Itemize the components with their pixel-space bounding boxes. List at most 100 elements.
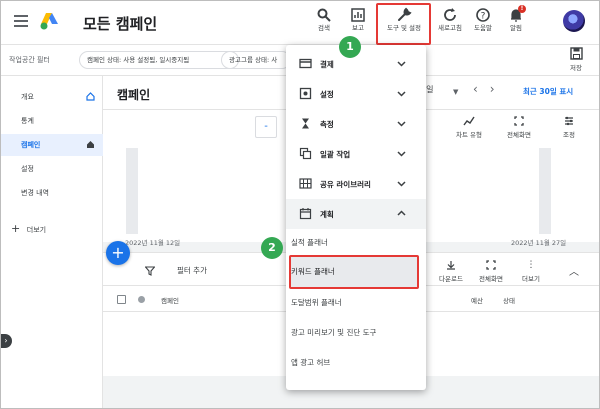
filter-icon[interactable] [145, 266, 155, 276]
menu-item-performance-planner[interactable]: 실적 플래너 [286, 228, 426, 258]
chevron-down-icon [397, 151, 406, 157]
grid-icon [299, 178, 312, 189]
search-icon [317, 8, 331, 22]
tools-settings-menu: 결제 설정 측정 일괄 작업 공유 라이브러리 계획 실적 플래너 도달범위 플… [286, 45, 426, 390]
sidebar-item-label: 통계 [21, 117, 34, 125]
sidebar-item-label: 변경 내역 [21, 189, 49, 197]
sidebar-item-change-history[interactable]: 변경 내역 [1, 182, 103, 204]
menu-item-label: 도달범위 플래너 [291, 298, 342, 307]
menu-item-label: 광고 미리보기 및 진단 도구 [291, 328, 377, 337]
save-label: 저장 [570, 64, 582, 72]
plus-icon: + [11, 222, 21, 235]
top-bar: 모든 캠페인 검색 보고 도구 및 설정 새로고침 ? 도움말 알림 ! [1, 1, 599, 45]
menu-icon[interactable] [14, 15, 28, 27]
search-button[interactable]: 검색 [307, 7, 341, 32]
menu-section-measurement[interactable]: 측정 [286, 109, 426, 139]
save-button[interactable]: 저장 [561, 47, 591, 72]
menu-item-label: 키워드 플래너 [291, 267, 335, 276]
refresh-button[interactable]: 새로고침 [433, 7, 467, 32]
chevron-down-icon [397, 121, 406, 127]
adgroup-status-chip[interactable]: 광고그룹 상태: 사 [221, 51, 291, 69]
chart-column-right [539, 148, 551, 234]
menu-section-bulk-actions[interactable]: 일괄 작업 [286, 139, 426, 169]
help-label: 도움말 [474, 24, 492, 32]
workspace-filter[interactable]: 작업공간 필터 [9, 55, 50, 65]
google-ads-logo [40, 13, 58, 30]
settings-box-icon [299, 87, 312, 100]
menu-section-label: 일괄 작업 [320, 150, 351, 159]
download-button[interactable]: 다운로드 [431, 260, 471, 283]
campaign-status-chip[interactable]: 캠페인 상태: 사용 설정됨, 일시중지됨 [79, 51, 239, 69]
chart-type-button[interactable]: 차트 유형 [451, 116, 487, 139]
alerts-badge: ! [518, 5, 526, 13]
menu-item-reach-planner[interactable]: 도달범위 플래너 [286, 288, 426, 318]
adjust-icon [565, 116, 573, 126]
menu-item-keyword-planner[interactable]: 키워드 플래너 [289, 255, 419, 289]
save-icon [569, 47, 583, 60]
page-heading: 모든 캠페인 [83, 15, 158, 33]
column-campaign[interactable]: 캠페인 [161, 295, 179, 305]
date-nav-arrows[interactable]: ‹› [473, 82, 507, 96]
menu-item-label: 실적 플래너 [291, 238, 328, 247]
line-chart-icon [463, 116, 475, 126]
menu-section-shared-library[interactable]: 공유 라이브러리 [286, 169, 426, 199]
chart-date-start: 2022년 11월 12일 [125, 239, 181, 247]
report-icon [351, 8, 365, 22]
sidebar-item-campaigns[interactable]: 캠페인 [1, 134, 103, 156]
menu-section-label: 계획 [320, 210, 334, 219]
chevron-up-icon[interactable]: ︿ [569, 263, 579, 278]
adjust-button[interactable]: 조정 [551, 116, 587, 139]
help-button[interactable]: ? 도움말 [466, 7, 500, 32]
sidebar-more-label: 더보기 [26, 226, 47, 234]
table-more-button[interactable]: ⋮ 더보기 [511, 260, 551, 283]
svg-text:?: ? [481, 12, 486, 22]
more-vert-icon: ⋮ [526, 260, 536, 270]
fullscreen-icon [514, 116, 524, 126]
table-more-label: 더보기 [522, 275, 540, 283]
avatar[interactable] [563, 10, 585, 32]
select-all-checkbox[interactable] [117, 295, 126, 304]
menu-section-label: 결제 [320, 60, 334, 69]
chevron-down-icon [397, 181, 406, 187]
sidebar-item-settings[interactable]: 설정 [1, 158, 103, 180]
credit-card-icon [299, 58, 312, 69]
menu-section-settings[interactable]: 설정 [286, 79, 426, 109]
page-title: 캠페인 [117, 88, 151, 102]
menu-section-planning[interactable]: 계획 [286, 199, 426, 229]
app-window: 모든 캠페인 검색 보고 도구 및 설정 새로고침 ? 도움말 알림 ! 작업공… [0, 0, 600, 409]
status-dot-icon [138, 296, 145, 303]
help-icon: ? [476, 8, 490, 22]
menu-section-label: 설정 [320, 90, 334, 99]
chart-type-label: 차트 유형 [456, 131, 482, 139]
menu-item-ad-preview[interactable]: 광고 미리보기 및 진단 도구 [286, 318, 426, 348]
alerts-button[interactable]: 알림 [499, 7, 533, 32]
chart-fullscreen-button[interactable]: 전체화면 [501, 116, 537, 139]
menu-item-label: 앱 광고 허브 [291, 358, 331, 367]
add-campaign-button[interactable]: + [106, 241, 130, 265]
table-fullscreen-label: 전체화면 [479, 275, 503, 283]
sidebar-item-stats[interactable]: 통계 [1, 110, 103, 132]
column-budget[interactable]: 예산 [471, 295, 483, 305]
sidebar-more-button[interactable]: + 더보기 [11, 222, 46, 235]
recent-30-days-link[interactable]: 최근 30일 표시 [523, 86, 573, 97]
add-filter-button[interactable]: 필터 추가 [177, 265, 207, 276]
home-icon [87, 141, 94, 148]
menu-item-app-ads-hub[interactable]: 앱 광고 허브 [286, 348, 426, 378]
metric-chip[interactable]: - [255, 116, 277, 138]
caret-down-icon[interactable]: ▼ [453, 88, 458, 96]
table-fullscreen-button[interactable]: 전체화면 [471, 260, 511, 283]
hourglass-icon [302, 118, 309, 129]
sidebar-item-label: 설정 [21, 165, 34, 173]
alerts-label: 알림 [510, 24, 522, 32]
column-status[interactable]: 상태 [503, 295, 515, 305]
step-marker-2: 2 [261, 237, 283, 259]
download-icon [447, 261, 455, 270]
refresh-icon [444, 8, 456, 21]
tools-label: 도구 및 설정 [386, 24, 422, 32]
sidebar-item-label: 개요 [21, 93, 34, 101]
report-button[interactable]: 보고 [341, 7, 375, 32]
sidebar-item-label: 캠페인 [21, 141, 41, 149]
sidebar-item-overview[interactable]: 개요 [1, 86, 103, 108]
tools-settings-button[interactable]: 도구 및 설정 [386, 7, 422, 32]
report-label: 보고 [352, 24, 364, 32]
